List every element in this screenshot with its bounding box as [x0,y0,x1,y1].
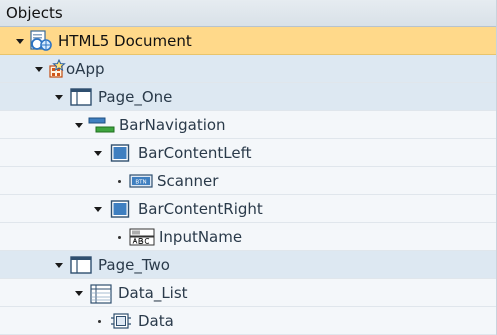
tree-item-barcontentleft[interactable]: BarContentLeft [0,139,496,167]
panel-header: Objects [0,0,496,27]
tree-item-data[interactable]: Data [0,307,496,335]
html5-document-icon [28,30,54,52]
tree-item-barnavigation[interactable]: BarNavigation [0,111,496,139]
expand-toggle[interactable] [73,111,85,139]
tree-item-label: BarContentLeft [138,144,252,162]
tree-item-label: InputName [159,228,243,246]
expand-toggle[interactable] [14,27,26,55]
button-control-icon: BTN [129,172,153,190]
tree-item-scanner[interactable]: BTN Scanner [0,167,496,195]
expand-toggle[interactable] [33,55,45,83]
tree-item-label: Page_Two [98,256,170,274]
list-icon [90,284,112,304]
expand-toggle[interactable] [73,279,85,307]
svg-text:BTN: BTN [135,180,146,186]
app-object-icon [48,59,68,78]
tree-item-label: BarContentRight [138,200,263,218]
tree-item-label: HTML5 Document [58,32,192,50]
tree-item-label: BarNavigation [119,116,226,134]
leaf-marker [113,223,125,251]
tree-item-label: oApp [66,60,105,78]
page-icon [70,88,92,106]
input-field-icon [129,228,155,246]
container-icon [110,200,130,218]
tree-item-label: Page_One [98,88,173,106]
objects-tree-panel: Objects HTML5 Document oApp Page_One Bar… [0,0,497,335]
expand-toggle[interactable] [53,83,65,111]
leaf-marker [113,167,125,195]
tree-item-page-two[interactable]: Page_Two [0,251,496,279]
tree-item-barcontentright[interactable]: BarContentRight [0,195,496,223]
tree-item-html5-document[interactable]: HTML5 Document [0,27,496,55]
tree-item-inputname[interactable]: InputName [0,223,496,251]
expand-toggle[interactable] [92,139,104,167]
expand-toggle[interactable] [92,195,104,223]
tree-item-oapp[interactable]: oApp [0,55,496,83]
data-item-icon [110,312,131,330]
expand-toggle[interactable] [53,251,65,279]
tree-item-label: Data [138,312,174,330]
tree-item-page-one[interactable]: Page_One [0,83,496,111]
leaf-marker [93,307,105,335]
tree-item-label: Scanner [157,172,219,190]
bar-navigation-icon [88,116,116,134]
tree-item-data-list[interactable]: Data_List [0,279,496,307]
page-icon [70,256,92,274]
tree-item-label: Data_List [118,284,188,302]
container-icon [110,144,130,162]
